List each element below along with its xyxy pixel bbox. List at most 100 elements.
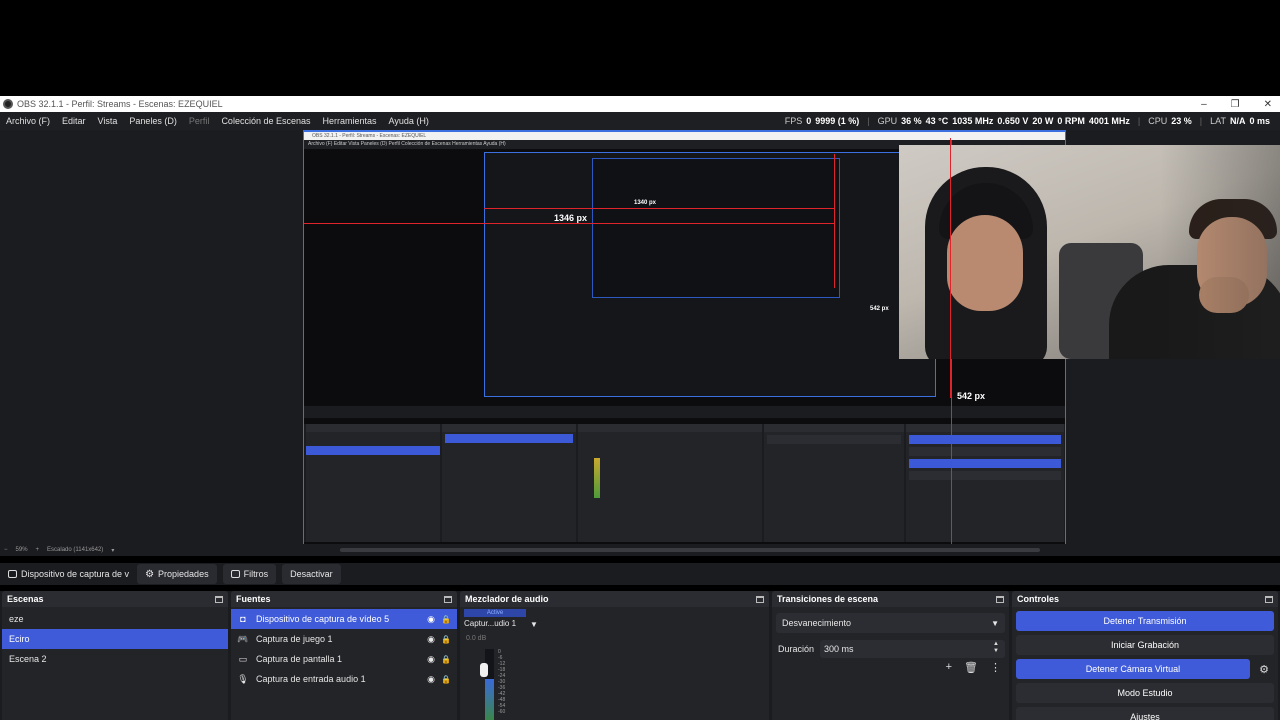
- eye-icon[interactable]: ◉: [427, 654, 435, 665]
- chevron-down-icon[interactable]: ▾: [107, 547, 118, 554]
- start-record-button[interactable]: Iniciar Grabación: [1016, 635, 1274, 655]
- stop-virtualcam-button[interactable]: Detener Cámara Virtual: [1016, 659, 1250, 679]
- float-icon[interactable]: [215, 595, 223, 603]
- lock-icon[interactable]: 🔒: [441, 655, 451, 664]
- guide-line: [950, 138, 951, 398]
- gear-icon[interactable]: ⚙: [1254, 659, 1274, 679]
- close-icon[interactable]: ✕: [1264, 99, 1272, 110]
- distance-label: 1340 px: [634, 200, 657, 206]
- transition-tools: + 🗑 ⋮: [946, 661, 1001, 674]
- disable-button[interactable]: Desactivar: [282, 564, 341, 584]
- cpu-value: 23 %: [1171, 116, 1192, 126]
- filters-button[interactable]: Filtros: [222, 564, 277, 584]
- minimize-icon[interactable]: –: [1201, 99, 1207, 110]
- source-item[interactable]: 🎮 Captura de juego 1 ◉ 🔒: [231, 629, 457, 649]
- scenes-title: Escenas: [7, 594, 44, 604]
- chevron-down-icon[interactable]: ▼: [530, 620, 538, 629]
- maximize-icon[interactable]: ❐: [1231, 99, 1240, 110]
- lock-icon[interactable]: 🔒: [441, 615, 451, 624]
- float-icon[interactable]: [756, 595, 764, 603]
- nested-sources-dock: [442, 424, 576, 542]
- eye-icon[interactable]: ◉: [427, 674, 435, 685]
- nested-dock-head: [906, 424, 1064, 432]
- menu-view[interactable]: Vista: [92, 116, 124, 126]
- preview-area[interactable]: OBS 32.1.1 - Perfil: Streams - Escenas: …: [0, 130, 1280, 544]
- transitions-dock: Transiciones de escena Desvanecimiento ▼…: [772, 591, 1009, 720]
- menu-profile[interactable]: Perfil: [183, 116, 216, 126]
- menu-tools[interactable]: Herramientas: [317, 116, 383, 126]
- controls-title: Controles: [1017, 594, 1060, 604]
- top-letterbox: [0, 0, 1280, 96]
- source-label: Dispositivo de captura de vídeo 5: [256, 614, 390, 624]
- sources-dock: Fuentes ◘ Dispositivo de captura de víde…: [231, 591, 457, 720]
- float-icon[interactable]: [444, 595, 452, 603]
- float-icon[interactable]: [996, 595, 1004, 603]
- nested-dock-head: [306, 424, 440, 432]
- source-item[interactable]: 🎙 Captura de entrada audio 1 ◉ 🔒: [231, 669, 457, 689]
- gpu-mem: 4001 MHz: [1088, 116, 1130, 126]
- channel-name[interactable]: Captur...udio 1: [464, 619, 526, 631]
- camera-icon: ◘: [240, 614, 246, 624]
- volume-meter-fill: [485, 679, 494, 720]
- eye-icon[interactable]: ◉: [427, 614, 435, 625]
- dock-header: Transiciones de escena: [772, 591, 1009, 607]
- lock-icon[interactable]: 🔒: [441, 675, 451, 684]
- distance-label: 542 px: [957, 391, 986, 401]
- gpu-load: 36 %: [901, 116, 922, 126]
- transition-select[interactable]: Desvanecimiento ▼: [776, 613, 1005, 633]
- source-item[interactable]: ◘ Dispositivo de captura de vídeo 5 ◉ 🔒: [231, 609, 457, 629]
- spinner-icon[interactable]: ▲ ▼: [993, 641, 999, 655]
- nested-dock-head: [442, 424, 576, 432]
- sources-title: Fuentes: [236, 594, 271, 604]
- menu-file[interactable]: Archivo (F): [0, 116, 56, 126]
- float-icon[interactable]: [1265, 595, 1273, 603]
- properties-label: Propiedades: [158, 569, 209, 579]
- cpu-label: CPU: [1148, 116, 1168, 126]
- zoom-out-button[interactable]: −: [0, 547, 12, 553]
- scene-item[interactable]: Escena 2: [2, 649, 228, 669]
- distance-label: 1346 px: [554, 213, 588, 223]
- guide-line: [834, 154, 835, 288]
- trash-icon[interactable]: 🗑: [964, 661, 978, 674]
- eye-icon[interactable]: ◉: [427, 634, 435, 645]
- lat-label: LAT: [1210, 116, 1226, 126]
- fps-value: 0: [806, 116, 812, 126]
- audio-mixer-dock: Mezclador de audio Active Captur...udio …: [460, 591, 769, 720]
- transition-value: Desvanecimiento: [782, 618, 852, 628]
- duration-input[interactable]: 300 ms ▲ ▼: [820, 640, 1005, 658]
- lock-icon[interactable]: 🔒: [441, 635, 451, 644]
- scene-item[interactable]: Eciro: [2, 629, 228, 649]
- nested-mixer-dock: [578, 424, 762, 542]
- menu-edit[interactable]: Editar: [56, 116, 92, 126]
- more-icon[interactable]: ⋮: [990, 661, 1001, 674]
- source-item[interactable]: ▭ Captura de pantalla 1 ◉ 🔒: [231, 649, 457, 669]
- menu-scene-collection[interactable]: Colección de Escenas: [215, 116, 316, 126]
- mixer-title: Mezclador de audio: [465, 594, 549, 604]
- menu-help[interactable]: Ayuda (H): [383, 116, 435, 126]
- menu-docks[interactable]: Paneles (D): [123, 116, 183, 126]
- monitor-icon: ▭: [238, 653, 248, 664]
- gpu-volt: 0.650 V: [997, 116, 1029, 126]
- volume-slider[interactable]: [480, 663, 488, 677]
- nested-dock-head: [764, 424, 904, 432]
- nested-dock-head: [578, 424, 762, 432]
- settings-button[interactable]: Ajustes: [1016, 707, 1274, 720]
- nested-controls-dock: [906, 424, 1064, 542]
- gpu-temp: 43 °C: [925, 116, 949, 126]
- scaling-mode[interactable]: Escalado (1141x642): [43, 547, 107, 553]
- properties-button[interactable]: ⚙ Propiedades: [137, 564, 217, 584]
- stats-separator: |: [1137, 116, 1141, 126]
- zoom-in-button[interactable]: +: [32, 547, 44, 553]
- preview-scrollbar[interactable]: [340, 548, 1040, 552]
- duration-row: Duración 300 ms ▲ ▼: [776, 639, 1005, 659]
- studio-mode-button[interactable]: Modo Estudio: [1016, 683, 1274, 703]
- scene-item[interactable]: eze: [2, 609, 228, 629]
- dock-header: Controles: [1012, 591, 1278, 607]
- disable-label: Desactivar: [290, 569, 333, 579]
- stop-stream-button[interactable]: Detener Transmisión: [1016, 611, 1274, 631]
- zoom-percent: 59%: [15, 547, 28, 553]
- add-icon[interactable]: +: [946, 661, 952, 674]
- webcam-shadow: [1160, 145, 1280, 359]
- duration-label: Duración: [778, 644, 815, 654]
- lat-value: N/A: [1229, 116, 1246, 126]
